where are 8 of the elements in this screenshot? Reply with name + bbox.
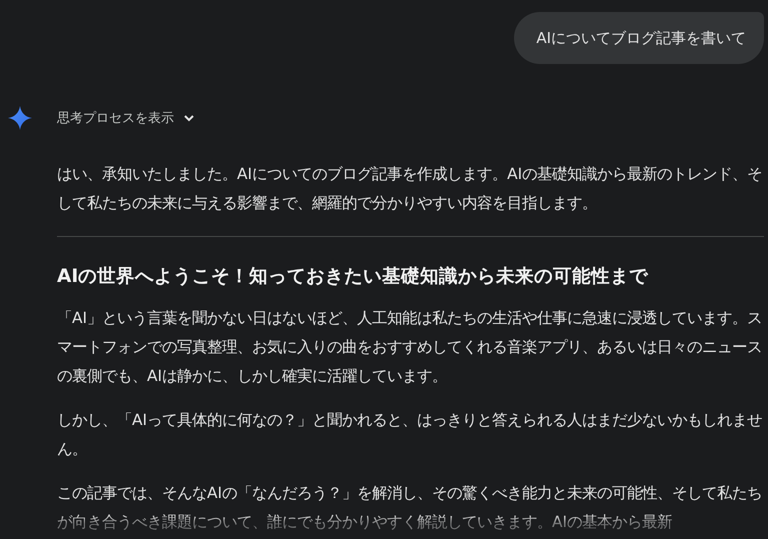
article-heading: AIの世界へようこそ！知っておきたい基礎知識から未来の可能性まで — [57, 265, 650, 289]
user-message: AIについてブログ記事を書いて — [514, 12, 764, 64]
show-thinking-button[interactable]: 思考プロセスを表示 — [57, 109, 196, 127]
article-paragraph: 「AI」という言葉を聞かない日はないほど、人工知能は私たちの生活や仕事に急速に浸透しています。スマートフォンでの写真整理、お気に入りの曲をおすすめしてくれる音楽アプリ、あるいは日々のニュースの裏側でも、AIは静かに、しかし確実に活躍しています。 — [57, 308, 764, 387]
article-paragraph: しかし、「AIって具体的に何なの？」と聞かれると、はっきりと答えられる人はまだ少ないかもしれません。 — [57, 410, 764, 460]
sparkle-icon — [8, 106, 32, 130]
intro-paragraph: はい、承知いたしました。AIについてのブログ記事を作成します。AIの基礎知識から最新のトレンド、そして私たちの未来に与える影響まで、網羅的で分かりやすい内容を目指します。 — [57, 164, 764, 214]
article-paragraph: この記事では、そんなAIの「なんだろう？」を解消し、その驚くべき能力と未来の可能性、そして私たちが向き合うべき課題について、誰にでも分かりやすく解説していきます。AIの基本から最新 — [57, 483, 764, 533]
